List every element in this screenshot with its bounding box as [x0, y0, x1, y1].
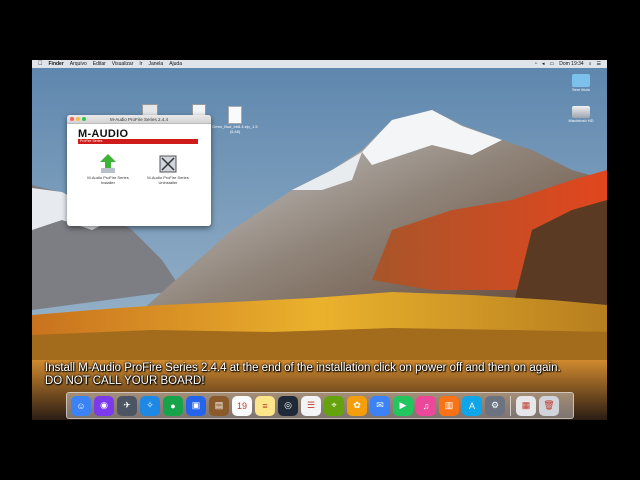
- zip-icon: [228, 106, 242, 124]
- menu-ir[interactable]: Ir: [139, 61, 142, 67]
- uninstaller-icon: [159, 155, 177, 173]
- launchpad-icon[interactable]: ✈: [117, 395, 137, 416]
- menu-janela[interactable]: Janela: [148, 61, 163, 67]
- quicktime-icon[interactable]: ◎: [278, 395, 298, 416]
- desktop-hard-drive-label: Macintosh HD: [568, 118, 594, 123]
- desktop-zip-file[interactable]: Dmm_Bud_bb8.4.zip_1.5 (5,48): [210, 106, 260, 134]
- dock-separator: [510, 395, 511, 416]
- apple-menu-icon[interactable]: : [38, 61, 43, 67]
- installer-item[interactable]: M-Audio ProFire Series Installer: [83, 153, 133, 185]
- maps-icon[interactable]: ⌖: [324, 395, 344, 416]
- facetime-icon[interactable]: ▶: [393, 395, 413, 416]
- menu-visualizar[interactable]: Visualizar: [112, 61, 134, 67]
- installer-icon: [100, 154, 116, 173]
- ibooks-icon[interactable]: ▥: [439, 395, 459, 416]
- window-title: M-Audio ProFire Series 2.4.4: [109, 116, 169, 122]
- system-preferences-icon[interactable]: ⚙: [485, 395, 505, 416]
- menubar-clock[interactable]: Dom 19:34: [559, 61, 583, 67]
- safari-icon[interactable]: ✧: [140, 395, 160, 416]
- dock: ☺ ◉ ✈ ✧ ● ▣ ▤ 19 ≡ ◎ ☰ ⌖ ✿ ✉ ▶ ♫ ▥ A ⚙ ▦ 🗑: [66, 392, 574, 419]
- installer-window: M-Audio ProFire Series 2.4.4 M-AUDIO Pro…: [67, 115, 211, 226]
- uninstaller-label: M-Audio ProFire Series Uninstaller: [147, 175, 189, 185]
- profire-banner: ProFire Series: [78, 139, 198, 144]
- app-store-icon[interactable]: A: [462, 395, 482, 416]
- wifi-icon[interactable]: ◔: [534, 61, 537, 67]
- menu-finder[interactable]: Finder: [49, 61, 64, 67]
- caption-line-1: Install M-Audio ProFire Series 2.4.4 at …: [45, 362, 561, 374]
- siri-icon[interactable]: ◉: [94, 395, 114, 416]
- menu-bar:  Finder Arquivo Editar Visualizar Ir Ja…: [32, 60, 607, 68]
- folder-icon: [572, 74, 590, 87]
- itunes-icon[interactable]: ♫: [416, 395, 436, 416]
- hard-drive-icon: [572, 106, 590, 118]
- caption-line-2: DO NOT CALL YOUR BOARD!: [45, 375, 205, 387]
- trash-icon[interactable]: 🗑: [539, 395, 559, 416]
- notes-brown-icon[interactable]: ▤: [209, 395, 229, 416]
- uninstaller-item[interactable]: M-Audio ProFire Series Uninstaller: [143, 153, 193, 185]
- photos-icon[interactable]: ✿: [347, 395, 367, 416]
- desktop-folder-label: Sem título: [571, 87, 590, 92]
- desktop-zip-label: Dmm_Bud_bb8.4.zip_1.5 (5,48): [212, 124, 258, 134]
- preview-icon[interactable]: ▦: [516, 395, 536, 416]
- volume-icon[interactable]: ◂: [542, 61, 545, 67]
- desktop-hard-drive[interactable]: Macintosh HD: [564, 106, 598, 123]
- calendar-icon[interactable]: 19: [232, 395, 252, 416]
- window-titlebar[interactable]: M-Audio ProFire Series 2.4.4: [67, 115, 211, 124]
- menu-ajuda[interactable]: Ajuda: [169, 61, 182, 67]
- spotlight-icon[interactable]: ⌕: [589, 61, 592, 67]
- reminders-icon[interactable]: ☰: [301, 395, 321, 416]
- notes-icon[interactable]: ≡: [255, 395, 275, 416]
- battery-icon[interactable]: ▭: [550, 61, 555, 67]
- video-caption: Install M-Audio ProFire Series 2.4.4 at …: [45, 362, 605, 388]
- photo-icon[interactable]: ▣: [186, 395, 206, 416]
- notification-center-icon[interactable]: ☰: [597, 61, 601, 67]
- chrome-icon[interactable]: ●: [163, 395, 183, 416]
- menu-editar[interactable]: Editar: [93, 61, 106, 67]
- menu-arquivo[interactable]: Arquivo: [70, 61, 87, 67]
- desktop-folder[interactable]: Sem título: [564, 74, 598, 92]
- messages-icon[interactable]: ✉: [370, 395, 390, 416]
- installer-label: M-Audio ProFire Series Installer: [87, 175, 129, 185]
- finder-icon[interactable]: ☺: [71, 395, 91, 416]
